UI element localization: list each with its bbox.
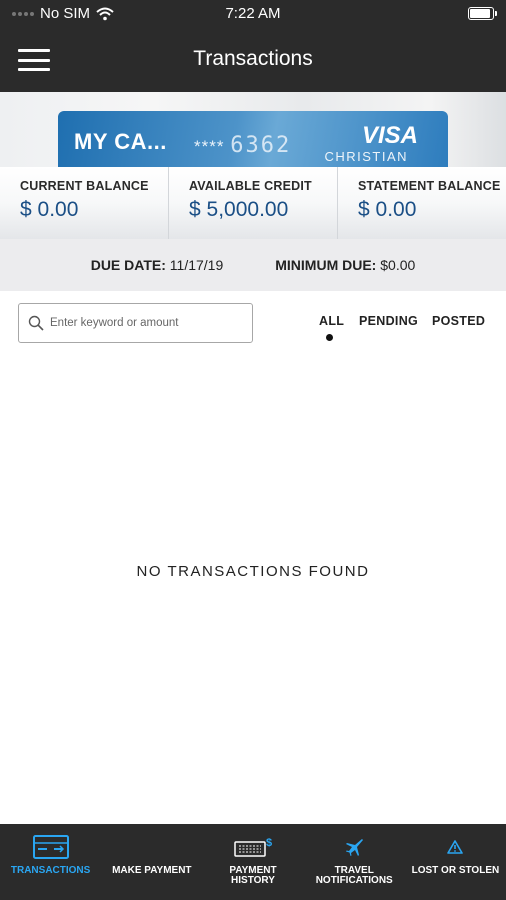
current-balance-label: CURRENT BALANCE	[20, 179, 149, 193]
available-credit: AVAILABLE CREDIT $ 5,000.00	[168, 167, 337, 239]
due-info: DUE DATE: 11/17/19 MINIMUM DUE: $0.00	[0, 239, 506, 291]
card-name: MY CA...	[74, 129, 167, 154]
visa-logo: VISA	[361, 122, 418, 149]
statement-balance-label: STATEMENT BALANCE	[358, 179, 501, 193]
tab-make-payment-label: MAKE PAYMENT	[112, 865, 192, 876]
search-input[interactable]	[50, 317, 240, 329]
tab-transactions[interactable]: TRANSACTIONS	[0, 824, 101, 900]
current-balance: CURRENT BALANCE $ 0.00	[0, 167, 168, 239]
filter-selected-indicator	[326, 334, 333, 341]
due-date: DUE DATE: 11/17/19	[91, 257, 224, 273]
filter-pending[interactable]: PENDING	[359, 314, 418, 328]
balance-summary: CURRENT BALANCE $ 0.00 AVAILABLE CREDIT …	[0, 167, 506, 239]
page-title: Transactions	[193, 47, 313, 70]
credit-card-image[interactable]: MY CA... **** 6362 VISA CHRISTIAN	[58, 111, 448, 167]
minimum-due: MINIMUM DUE: $0.00	[275, 257, 415, 273]
tab-payment-history-label: PAYMENT HISTORY	[229, 865, 277, 886]
statement-balance: STATEMENT BALANCE $ 0.00	[337, 167, 506, 239]
available-credit-value: $ 5,000.00	[189, 198, 289, 221]
tab-lost-or-stolen[interactable]: LOST OR STOLEN	[405, 824, 506, 900]
tab-make-payment[interactable]: MAKE PAYMENT	[101, 824, 202, 900]
search-icon	[28, 315, 44, 331]
card-issuer: CHRISTIAN	[324, 149, 408, 164]
current-balance-value: $ 0.00	[20, 198, 79, 221]
minimum-due-label: MINIMUM DUE:	[275, 257, 377, 273]
tab-lost-or-stolen-label: LOST OR STOLEN	[411, 865, 500, 876]
filter-all[interactable]: ALL	[319, 314, 344, 328]
tab-transactions-label: TRANSACTIONS	[10, 865, 91, 876]
due-date-label: DUE DATE:	[90, 257, 166, 273]
search-box[interactable]	[18, 303, 253, 343]
card-number-mask: ****	[194, 137, 225, 156]
tab-payment-history[interactable]: $ PAYMENT HISTORY	[202, 824, 303, 900]
empty-state-message: NO TRANSACTIONS FOUND	[136, 563, 370, 580]
bottom-tab-bar: TRANSACTIONS MAKE PAYMENT $ PAYMENT HISTO…	[0, 824, 506, 900]
battery-icon	[468, 7, 497, 20]
tab-travel-notifications-label: TRAVEL NOTIFICATIONS	[315, 865, 393, 886]
statement-balance-value: $ 0.00	[358, 198, 417, 221]
filter-posted[interactable]: POSTED	[432, 314, 485, 328]
available-credit-label: AVAILABLE CREDIT	[189, 179, 312, 193]
warning-icon	[405, 834, 506, 860]
svg-text:$: $	[266, 837, 272, 849]
tab-travel-notifications[interactable]: TRAVEL NOTIFICATIONS	[304, 824, 405, 900]
card-banner: MY CA... **** 6362 VISA CHRISTIAN	[0, 92, 506, 167]
airplane-icon	[304, 834, 405, 860]
status-bar: No SIM 7:22 AM	[0, 0, 506, 28]
card-number: **** 6362	[194, 133, 291, 158]
due-date-value: 11/17/19	[169, 257, 224, 273]
nav-bar: Transactions	[0, 28, 506, 92]
card-icon	[0, 834, 101, 860]
minimum-due-value: $0.00	[380, 257, 416, 273]
card-last4: 6362	[230, 133, 292, 158]
status-time: 7:22 AM	[225, 5, 281, 22]
payment-history-icon: $	[202, 834, 303, 860]
